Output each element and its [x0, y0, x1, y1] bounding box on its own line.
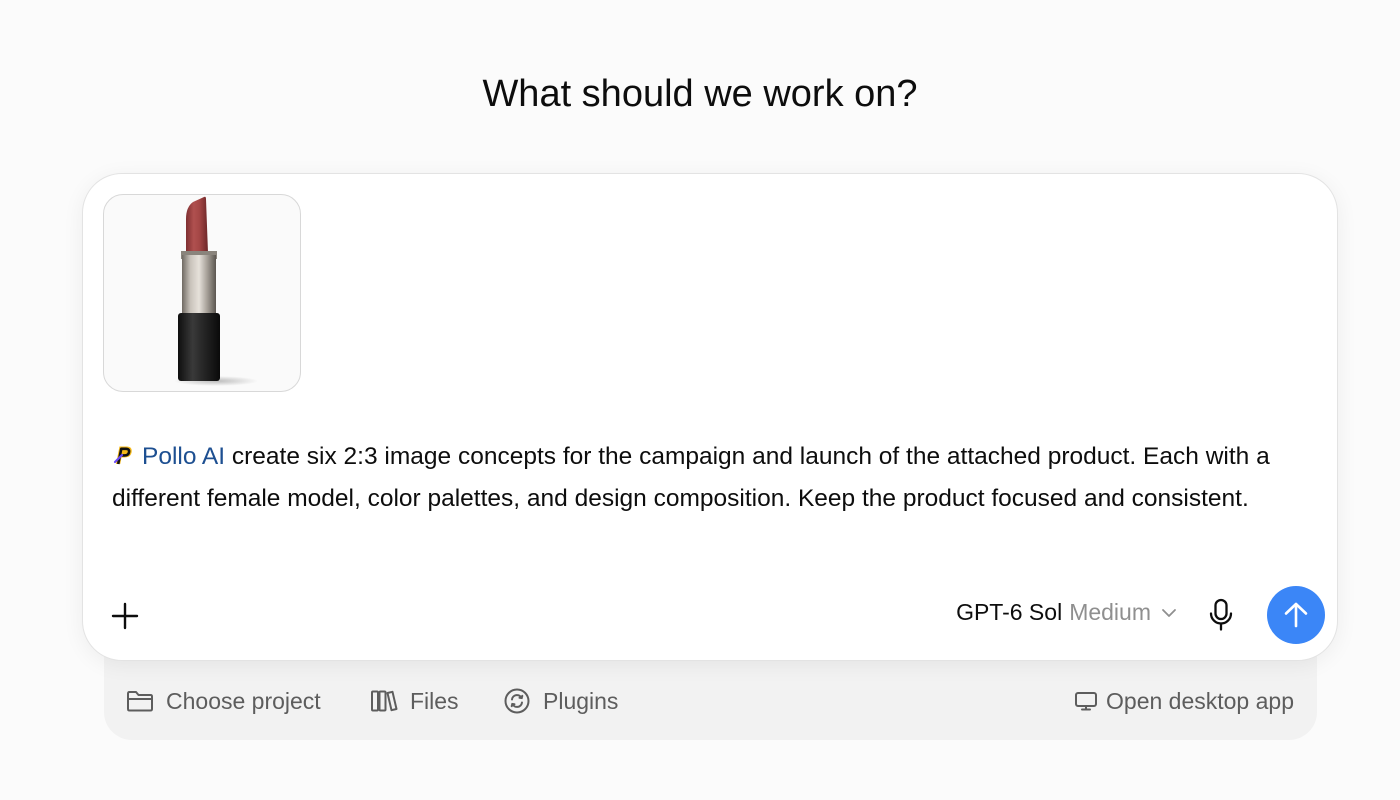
choose-project-label: Choose project [166, 687, 321, 714]
model-name: GPT-6 Sol [956, 599, 1063, 625]
microphone-icon [1209, 598, 1233, 631]
page-title: What should we work on? [482, 73, 918, 115]
folder-icon [127, 691, 153, 712]
model-selector[interactable]: GPT-6 Sol Medium [956, 599, 1177, 626]
files-icon [371, 690, 398, 712]
files-button[interactable]: Files [370, 688, 459, 715]
plus-icon [111, 602, 139, 630]
open-desktop-app-button[interactable]: Open desktop app [1074, 688, 1294, 715]
chevron-down-icon [1162, 608, 1176, 617]
composer[interactable]: Pollo AI create six 2:3 image concepts f… [82, 173, 1338, 661]
composer-toolbar: GPT-6 Sol Medium [83, 584, 1337, 644]
pollo-ai-logo-icon [112, 439, 136, 465]
open-desktop-app-label: Open desktop app [1106, 687, 1294, 714]
choose-project-button[interactable]: Choose project [126, 688, 321, 715]
attachment-thumbnail[interactable] [103, 194, 301, 392]
files-label: Files [410, 687, 459, 714]
lipstick-product-image [174, 196, 258, 386]
plugins-button[interactable]: Plugins [503, 687, 618, 715]
mention-pollo-ai[interactable]: Pollo AI [142, 443, 225, 470]
arrow-up-icon [1284, 602, 1308, 628]
prompt-text[interactable]: Pollo AI create six 2:3 image concepts f… [112, 436, 1322, 520]
add-attachment-button[interactable] [105, 596, 145, 636]
footer-toolbar: Choose project Files Plugins Open deskto… [104, 678, 1317, 724]
voice-input-button[interactable] [1205, 597, 1237, 633]
plugins-icon [504, 688, 530, 714]
send-button[interactable] [1267, 586, 1325, 644]
monitor-icon [1075, 692, 1098, 711]
plugins-label: Plugins [543, 687, 619, 714]
model-effort: Medium [1069, 599, 1151, 625]
prompt-body: create six 2:3 image concepts for the ca… [112, 443, 1270, 512]
